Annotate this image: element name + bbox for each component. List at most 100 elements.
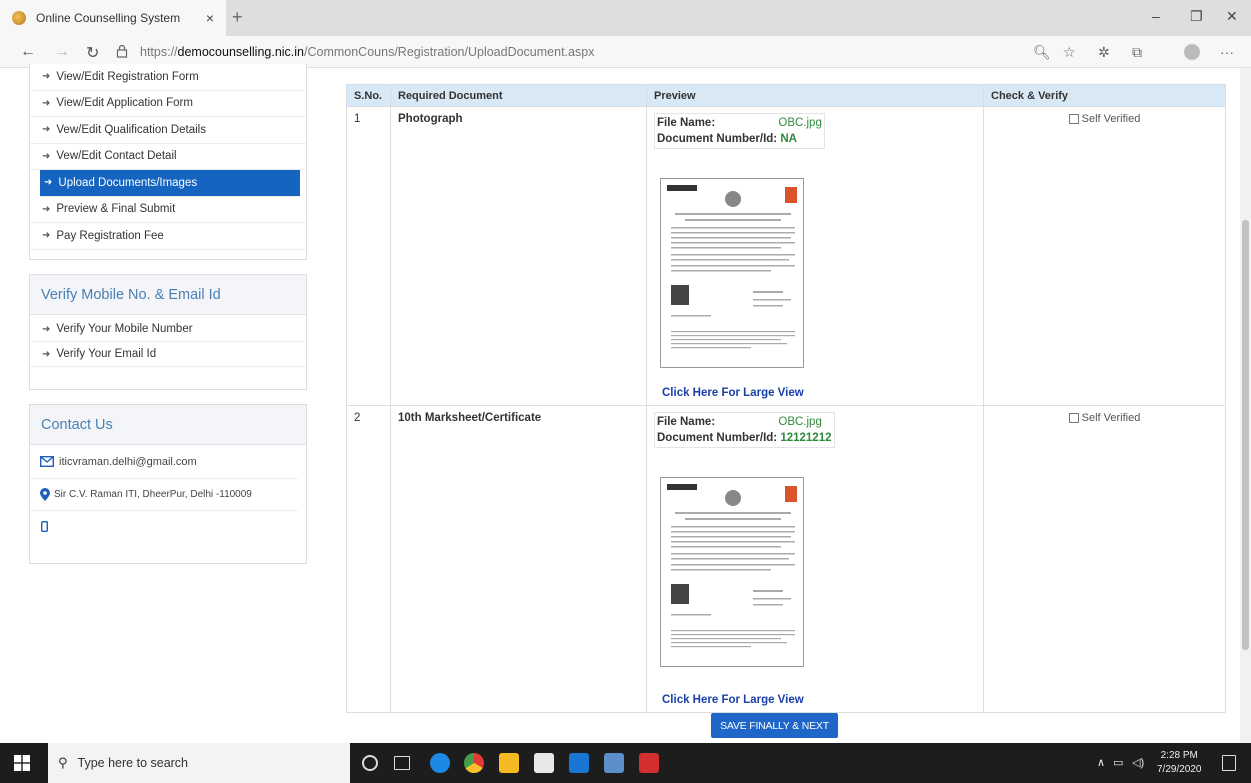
profile-avatar[interactable] — [1184, 44, 1200, 60]
forward-arrow-icon[interactable]: → — [54, 43, 70, 61]
file-name-value: OBC.jpg — [778, 416, 822, 428]
site-favicon-icon — [12, 11, 26, 25]
volume-icon[interactable]: ◁) — [1132, 756, 1144, 769]
documents-table: S.No. Required Document Preview Check & … — [346, 84, 1226, 713]
edge-browser-icon[interactable] — [430, 753, 450, 773]
url-host: democounselling.nic.in — [177, 45, 304, 59]
clock-time: 2:28 PM — [1160, 750, 1198, 761]
doc-number-label: Document Number/Id: — [657, 432, 778, 444]
menu-item-label: Pay Registration Fee — [56, 229, 164, 242]
new-tab-button[interactable]: + — [232, 7, 243, 28]
arrow-icon: ➜ — [42, 203, 51, 215]
verify-panel: Verify Mobile No. & Email Id ➜ Verify You… — [29, 274, 307, 390]
verify-mobile-label: Verify Your Mobile Number — [56, 323, 193, 335]
contact-email[interactable]: iticvraman.delhi@gmail.com — [59, 456, 197, 468]
url-field[interactable]: https://democounselling.nic.in/CommonCou… — [140, 45, 594, 59]
menu-item-application-form[interactable]: ➜ View/Edit Application Form — [30, 91, 306, 117]
photos-app-icon[interactable] — [604, 753, 624, 773]
checkbox-box[interactable] — [1068, 413, 1079, 423]
large-view-link[interactable]: Click Here For Large View — [662, 387, 976, 399]
arrow-icon: ➜ — [42, 71, 51, 83]
restore-button[interactable]: ❐ — [1190, 8, 1203, 25]
self-verified-checkbox[interactable]: Self Verified — [991, 412, 1218, 424]
back-arrow-icon[interactable]: ← — [20, 43, 36, 61]
contact-phone-row — [30, 511, 306, 545]
row-document-name: 10th Marksheet/Certificate — [390, 405, 647, 713]
file-info-box: File Name: OBC.jpg Document Number/Id: 1… — [654, 412, 835, 448]
row-sno: 1 — [346, 106, 391, 406]
menu-item-preview-submit[interactable]: ➜ Preview & Final Submit — [30, 197, 306, 223]
document-preview-image[interactable] — [660, 477, 804, 667]
col-verify-header: Check & Verify — [983, 84, 1226, 107]
contact-panel-title: Contact Us — [30, 405, 306, 445]
row-document-name: Photograph — [390, 106, 647, 406]
windows-start-icon[interactable] — [14, 755, 30, 771]
taskbar-search-box[interactable]: ⚲ Type here to search — [48, 743, 350, 783]
store-icon[interactable] — [534, 753, 554, 773]
window-close-button[interactable]: ✕ — [1226, 8, 1238, 25]
zoom-icon[interactable]: 🔍︎ — [1033, 44, 1051, 61]
menu-item-label: Vew/Edit Qualification Details — [56, 123, 206, 136]
document-preview-image[interactable] — [660, 178, 804, 368]
menu-item-registration-form[interactable]: ➜ View/Edit Registration Form — [30, 64, 306, 91]
menu-item-label: Preview & Final Submit — [56, 203, 176, 216]
mail-app-icon[interactable] — [569, 753, 589, 773]
cortana-icon[interactable] — [362, 755, 378, 771]
tab-close-icon[interactable]: × — [206, 10, 214, 26]
more-menu-icon[interactable]: ··· — [1220, 44, 1234, 60]
notification-center-icon[interactable] — [1222, 755, 1236, 771]
menu-item-label: View/Edit Application Form — [56, 97, 193, 110]
row-verify-cell: Self Verified — [983, 106, 1226, 406]
row-preview-cell: File Name: OBC.jpg Document Number/Id: N… — [646, 106, 984, 406]
windows-taskbar: ⚲ Type here to search ∧ ▭ ◁) 2:28 PM 7/2… — [0, 743, 1251, 783]
table-row: 1 Photograph File Name: OBC.jpg Document… — [346, 106, 1226, 406]
checkbox-box[interactable] — [1068, 114, 1079, 124]
contact-address-row: Sir C.V. Raman ITI, DheerPur, Delhi -110… — [30, 479, 298, 511]
contact-address: Sir C.V. Raman ITI, DheerPur, Delhi -110… — [54, 489, 252, 500]
taskbar-clock[interactable]: 2:28 PM 7/29/2020 — [1157, 749, 1202, 777]
save-finally-next-button[interactable]: SAVE FINALLY & NEXT — [711, 713, 838, 738]
favorites-list-icon[interactable]: ✲ — [1098, 44, 1110, 61]
self-verified-checkbox[interactable]: Self Verified — [991, 113, 1218, 125]
menu-item-pay-fee[interactable]: ➜ Pay Registration Fee — [30, 223, 306, 250]
arrow-icon: ➜ — [44, 177, 53, 189]
minimize-button[interactable]: – — [1152, 8, 1160, 24]
certificate-thumbnail — [667, 484, 797, 648]
task-view-icon[interactable] — [394, 756, 410, 770]
col-preview-header: Preview — [646, 84, 984, 107]
menu-item-upload-documents[interactable]: ➜ Upload Documents/Images — [40, 170, 300, 197]
arrow-icon: ➜ — [42, 230, 51, 242]
tray-chevron-icon[interactable]: ∧ — [1097, 756, 1105, 769]
menu-item-label: Upload Documents/Images — [58, 176, 198, 189]
network-icon[interactable]: ▭ — [1113, 756, 1123, 769]
doc-number-value: NA — [780, 133, 797, 145]
collections-icon[interactable]: ⧉ — [1132, 44, 1142, 61]
file-name-label: File Name: — [657, 416, 716, 428]
file-name-value: OBC.jpg — [778, 117, 822, 129]
menu-item-qualification-details[interactable]: ➜ Vew/Edit Qualification Details — [30, 117, 306, 144]
mail-icon — [40, 456, 54, 467]
verify-email-link[interactable]: ➜ Verify Your Email Id — [30, 342, 306, 367]
menu-item-label: View/Edit Registration Form — [56, 70, 199, 83]
self-verified-label: Self Verified — [1081, 113, 1141, 125]
browser-tab[interactable]: Online Counselling System × — [0, 0, 226, 36]
refresh-icon[interactable]: ↻ — [86, 43, 99, 63]
mobile-phone-icon — [40, 520, 48, 533]
favorite-star-icon[interactable]: ☆ — [1063, 44, 1076, 61]
search-icon: ⚲ — [58, 755, 68, 770]
search-placeholder: Type here to search — [77, 756, 189, 770]
verify-mobile-link[interactable]: ➜ Verify Your Mobile Number — [30, 317, 306, 342]
verify-panel-title: Verify Mobile No. & Email Id — [30, 275, 306, 315]
chrome-icon[interactable] — [464, 753, 484, 773]
browser-tab-bar: Online Counselling System × + – ❐ ✕ — [0, 0, 1251, 36]
large-view-link[interactable]: Click Here For Large View — [662, 694, 976, 706]
menu-item-contact-detail[interactable]: ➜ Vew/Edit Contact Detail — [30, 144, 306, 170]
menu-item-label: Vew/Edit Contact Detail — [56, 150, 177, 163]
scrollbar-thumb[interactable] — [1242, 220, 1249, 650]
self-verified-label: Self Verified — [1081, 412, 1141, 424]
file-info-box: File Name: OBC.jpg Document Number/Id: N… — [654, 113, 825, 149]
table-row: 2 10th Marksheet/Certificate File Name: … — [346, 405, 1226, 713]
file-explorer-icon[interactable] — [499, 753, 519, 773]
certificate-thumbnail — [667, 185, 797, 349]
pdf-reader-icon[interactable] — [639, 753, 659, 773]
